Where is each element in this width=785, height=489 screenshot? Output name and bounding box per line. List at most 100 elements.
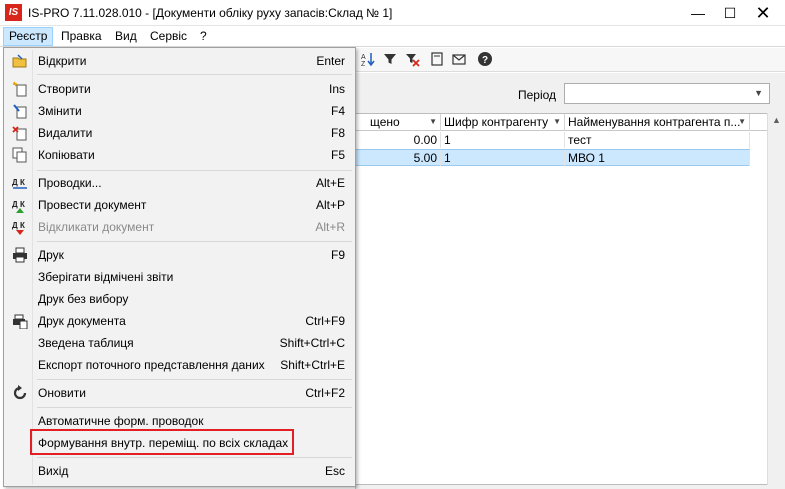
menu-help[interactable]: ? (195, 27, 212, 46)
menu-view[interactable]: Вид (110, 27, 142, 46)
menu-bar: Реєстр Правка Вид Сервіс ? (0, 27, 785, 47)
recall-document-icon: ДК (12, 219, 28, 235)
table-row-selected[interactable]: 5.00 1 МВО 1 (356, 149, 750, 166)
menu-item-shortcut: F4 (330, 104, 345, 118)
menu-item-shortcut: Esc (324, 464, 345, 478)
menu-item-edit[interactable]: Змінити F4 (6, 100, 353, 122)
menu-registry[interactable]: Реєстр (3, 27, 54, 46)
create-icon (12, 81, 28, 97)
menu-item-print[interactable]: Друк F9 (6, 244, 353, 266)
menu-item-label: Оновити (38, 386, 86, 400)
cell-name: МВО 1 (565, 150, 750, 166)
menu-item-label: Створити (38, 82, 91, 96)
toolbar: AZ ? (355, 48, 785, 72)
menu-separator (37, 74, 352, 75)
menu-item-label: Відкрити (38, 54, 87, 68)
chevron-down-icon[interactable]: ▼ (754, 88, 763, 98)
sort-arrow-icon[interactable]: ▼ (738, 114, 746, 130)
menu-item-shortcut: Ctrl+F9 (305, 314, 345, 328)
menu-item-shortcut: Alt+R (315, 220, 345, 234)
menu-item-shortcut: F9 (330, 248, 345, 262)
entries-icon: ДК (12, 175, 28, 191)
copy-icon (12, 147, 28, 163)
menu-item-label: Друк (38, 248, 64, 262)
menu-separator (37, 457, 352, 458)
menu-separator (37, 170, 352, 171)
menu-item-refresh[interactable]: Оновити Ctrl+F2 (6, 382, 353, 404)
maximize-button[interactable]: ☐ (715, 0, 745, 26)
menu-item-create[interactable]: Створити Ins (6, 78, 353, 100)
menu-item-shortcut: Shift+Ctrl+C (279, 336, 345, 350)
menu-item-copy[interactable]: Копіювати F5 (6, 144, 353, 166)
menu-item-print-without-selection[interactable]: Друк без вибору (6, 288, 353, 310)
cell-name: тест (565, 132, 750, 148)
scroll-up-icon[interactable]: ▲ (772, 115, 781, 125)
menu-item-label: Зберігати відмічені звіти (38, 270, 174, 284)
svg-text:?: ? (482, 55, 488, 66)
sort-arrow-icon[interactable]: ▼ (553, 114, 561, 130)
grid-header: щено ▼ Шифр контрагенту ▼ Найменування к… (356, 114, 767, 131)
document-icon[interactable] (428, 51, 446, 69)
menu-service[interactable]: Сервіс (145, 27, 192, 46)
svg-text:К: К (20, 200, 25, 209)
open-icon (12, 53, 28, 69)
menu-item-label: Відкликати документ (38, 220, 155, 234)
vertical-scrollbar[interactable]: ▲ (767, 113, 785, 485)
menu-item-label: Друк без вибору (38, 292, 129, 306)
svg-text:Д: Д (12, 200, 18, 209)
menu-edit[interactable]: Правка (56, 27, 107, 46)
mail-icon[interactable] (450, 51, 468, 69)
post-document-icon: ДК (12, 197, 28, 213)
help-icon[interactable]: ? (476, 51, 494, 69)
highlight-annotation-box (30, 429, 294, 455)
menu-item-label: Видалити (38, 126, 93, 140)
menu-separator (37, 407, 352, 408)
registry-dropdown-menu: Відкрити Enter Створити Ins Змінити F4 В… (3, 47, 356, 487)
menu-item-export-view[interactable]: Експорт поточного представлення даних Sh… (6, 354, 353, 376)
menu-item-label: Копіювати (38, 148, 95, 162)
clear-filter-icon[interactable] (403, 51, 421, 69)
table-row[interactable]: 0.00 1 тест (356, 132, 750, 149)
menu-item-shortcut: Shift+Ctrl+E (280, 358, 345, 372)
column-header-label: Найменування контрагента п... (568, 115, 741, 129)
minimize-button[interactable]: — (683, 0, 713, 26)
menu-item-shortcut: Ins (328, 82, 345, 96)
menu-item-pivot-table[interactable]: Зведена таблиця Shift+Ctrl+C (6, 332, 353, 354)
close-button[interactable]: ✕ (748, 0, 778, 26)
menu-separator (37, 241, 352, 242)
menu-item-shortcut: Ctrl+F2 (305, 386, 345, 400)
menu-item-label: Зведена таблиця (38, 336, 134, 350)
svg-text:Z: Z (361, 61, 366, 67)
column-header-amount[interactable]: щено ▼ (356, 114, 441, 131)
column-header-label: щено (370, 115, 400, 129)
sort-za-icon[interactable]: AZ (359, 51, 377, 69)
menu-item-label: Друк документа (38, 314, 126, 328)
sort-arrow-icon[interactable]: ▼ (429, 114, 437, 130)
period-label: Період (518, 88, 557, 102)
menu-item-delete[interactable]: Видалити F8 (6, 122, 353, 144)
cell-amount: 5.00 (356, 150, 441, 166)
menu-item-open[interactable]: Відкрити Enter (6, 50, 353, 72)
menu-item-exit[interactable]: Вихід Esc (6, 460, 353, 482)
menu-item-label: Автоматичне форм. проводок (38, 414, 204, 428)
menu-item-save-marked-reports[interactable]: Зберігати відмічені звіти (6, 266, 353, 288)
menu-item-entries[interactable]: ДК Проводки... Alt+E (6, 172, 353, 194)
menu-item-label: Змінити (38, 104, 82, 118)
menu-item-shortcut: Alt+E (315, 176, 345, 190)
menu-item-label: Вихід (38, 464, 69, 478)
svg-text:К: К (20, 221, 25, 230)
menu-item-post-document[interactable]: ДК Провести документ Alt+P (6, 194, 353, 216)
filter-icon[interactable] (381, 51, 399, 69)
column-header-name[interactable]: Найменування контрагента п... ▼ (565, 114, 750, 131)
period-select[interactable]: ▼ (564, 83, 770, 104)
window-title: IS-PRO 7.11.028.010 - [Документи обліку … (28, 6, 393, 20)
column-header-code[interactable]: Шифр контрагенту ▼ (441, 114, 565, 131)
menu-item-print-document[interactable]: Друк документа Ctrl+F9 (6, 310, 353, 332)
refresh-icon (12, 385, 28, 401)
menu-item-recall-document[interactable]: ДК Відкликати документ Alt+R (6, 216, 353, 238)
menu-separator (37, 379, 352, 380)
menu-item-label: Провести документ (38, 198, 147, 212)
documents-grid[interactable]: щено ▼ Шифр контрагенту ▼ Найменування к… (355, 113, 768, 485)
cell-code: 1 (441, 150, 565, 166)
column-header-label: Шифр контрагенту (444, 115, 549, 129)
